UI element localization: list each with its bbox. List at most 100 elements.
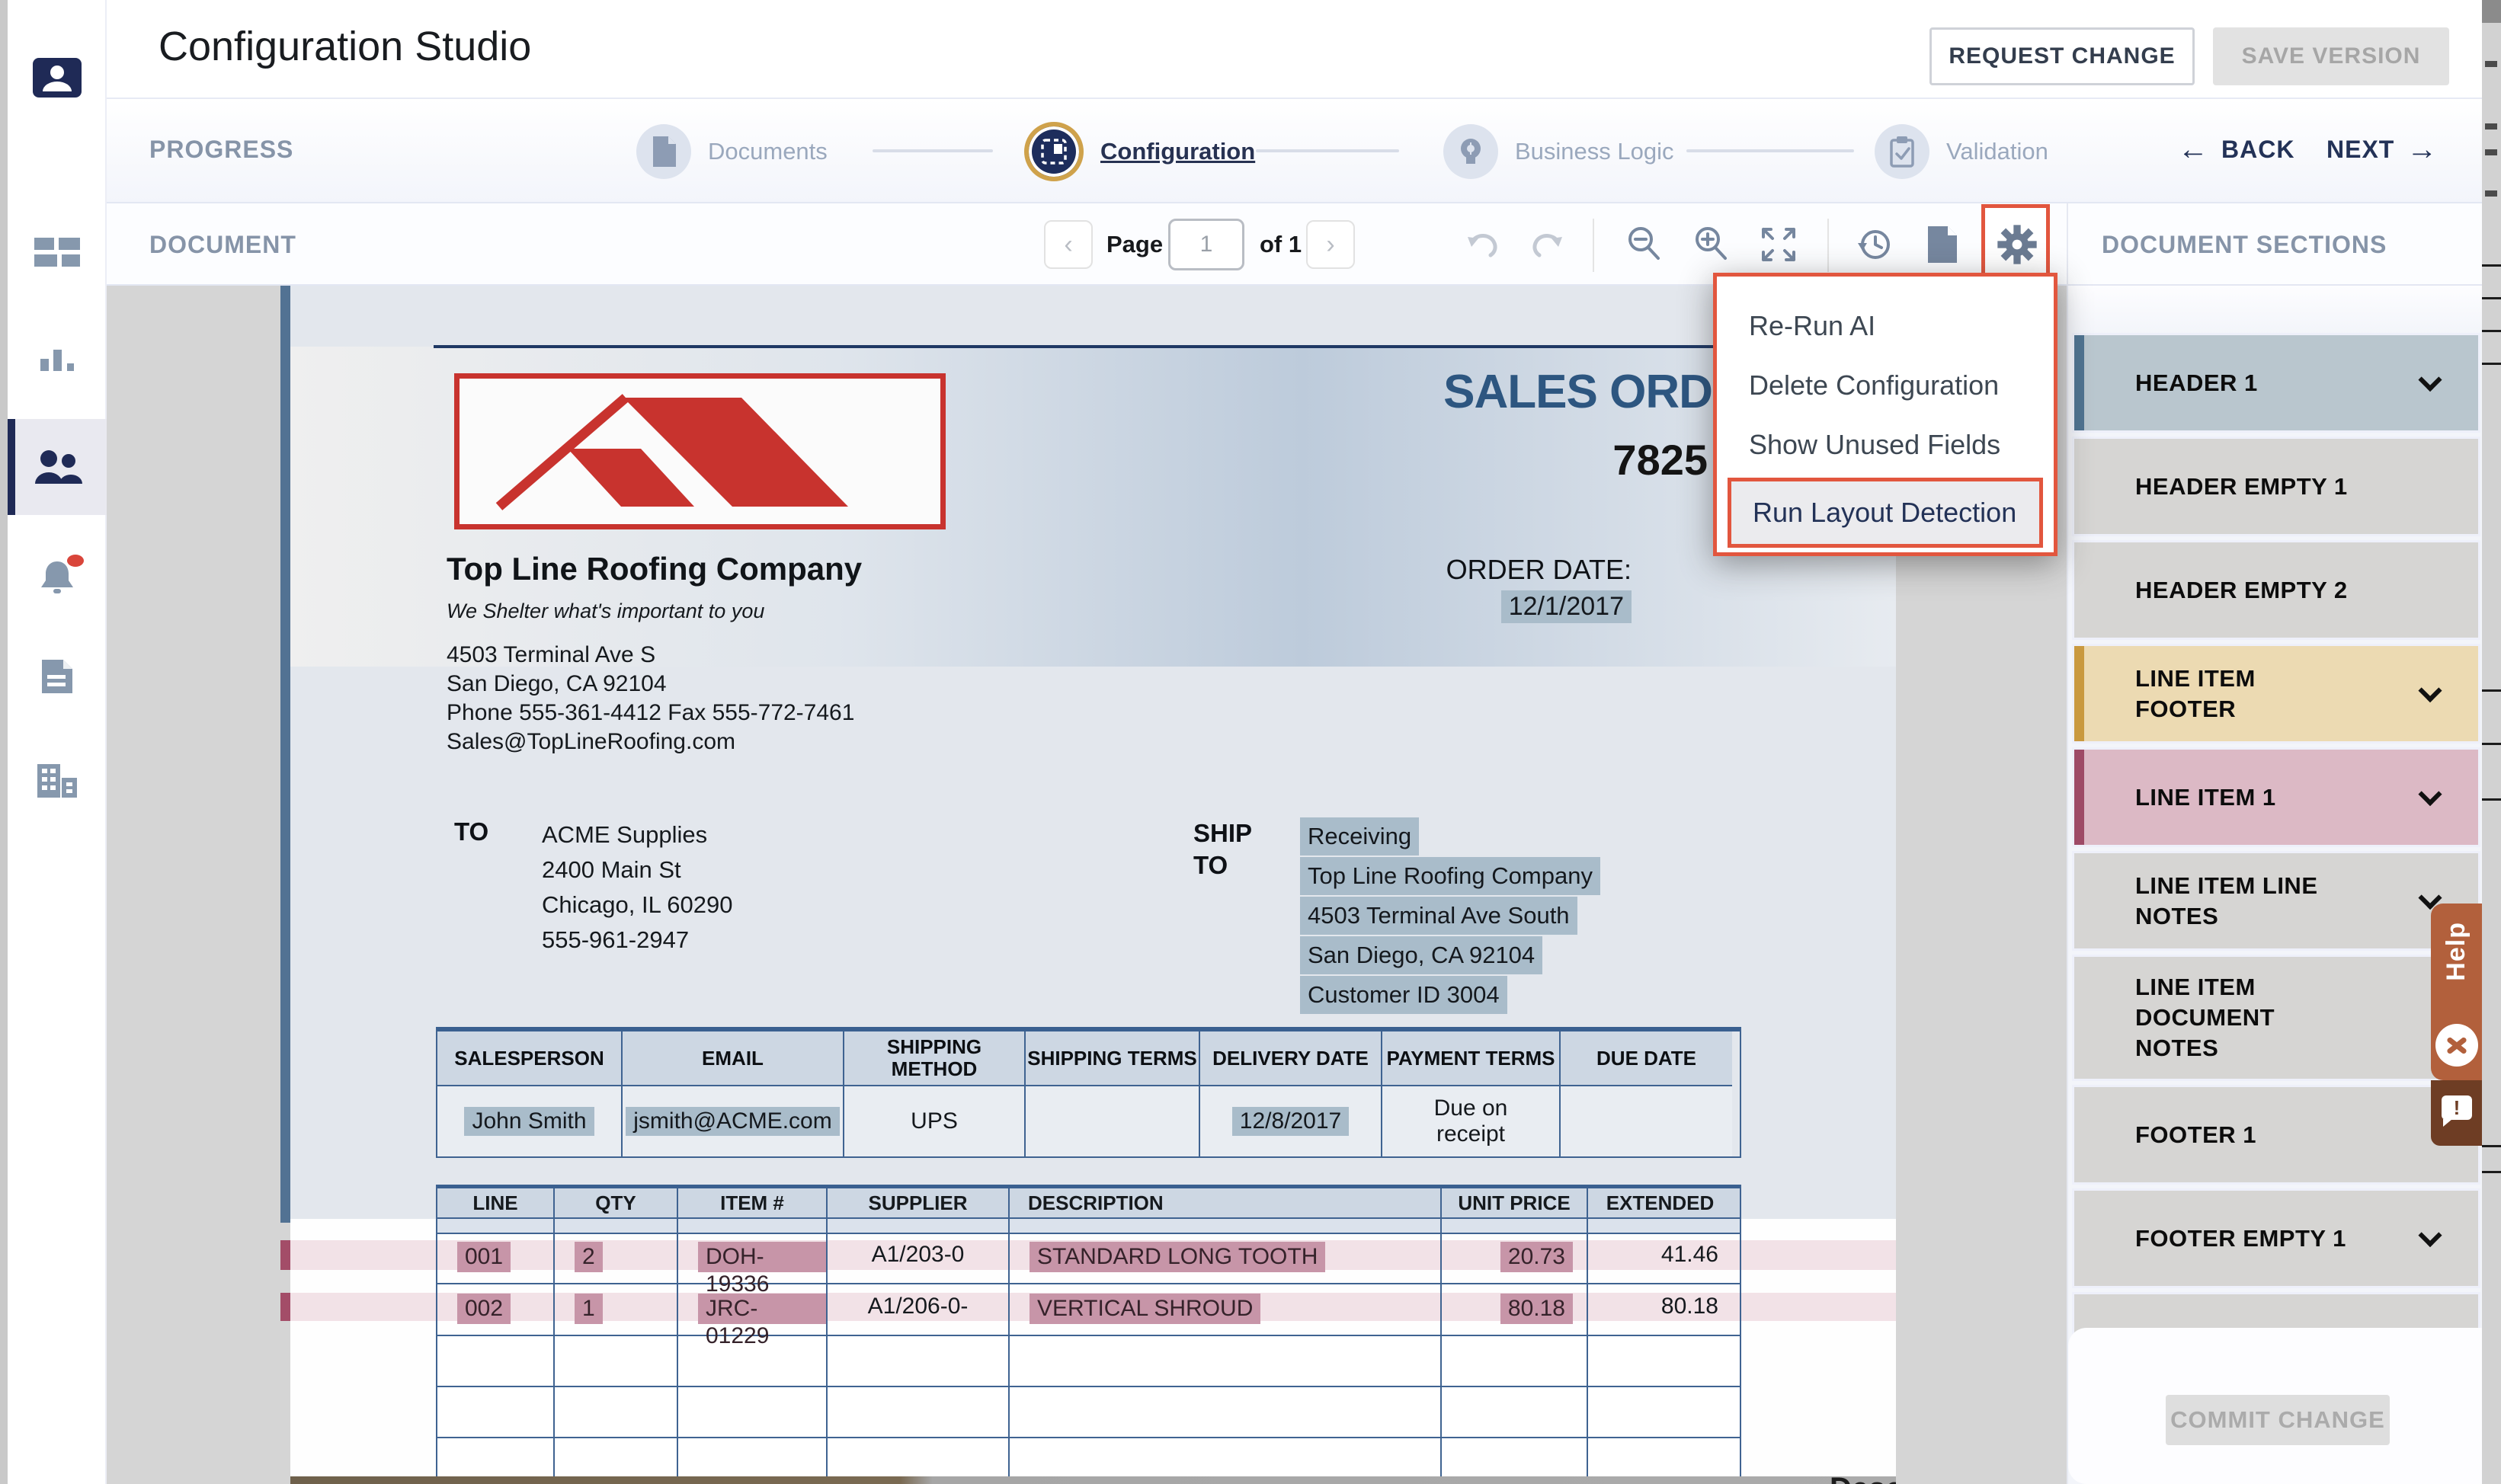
- section-accent: [2074, 335, 2084, 430]
- delivery-date-field[interactable]: 12/8/2017: [1232, 1107, 1349, 1136]
- ship-to-field[interactable]: Customer ID 3004: [1300, 976, 1507, 1014]
- step-documents[interactable]: Documents: [636, 99, 828, 203]
- column-header: DESCRIPTION: [1008, 1188, 1440, 1217]
- back-button[interactable]: ← BACK: [2178, 133, 2294, 167]
- chevron-down-icon[interactable]: [2418, 679, 2442, 702]
- people-icon: [30, 447, 84, 487]
- table-row-empty: [437, 1387, 1740, 1438]
- bill-to-block: ACME Supplies 2400 Main St Chicago, IL 6…: [542, 817, 732, 958]
- nav-organization[interactable]: [8, 744, 107, 817]
- page-number-input[interactable]: [1168, 219, 1244, 270]
- table-row: 002 1 JRC-01229 A1/206-0- VERTICAL SHROU…: [437, 1284, 1740, 1336]
- menu-item-show-unused-fields[interactable]: Show Unused Fields: [1717, 415, 2054, 475]
- company-tagline: We Shelter what's important to you: [447, 600, 764, 623]
- column-header: QTY: [553, 1188, 677, 1217]
- description-field[interactable]: STANDARD LONG TOOTH: [1030, 1242, 1325, 1272]
- section-item-header-empty-1[interactable]: HEADER EMPTY 1: [2074, 439, 2478, 534]
- section-item-header-empty-2[interactable]: HEADER EMPTY 2: [2074, 542, 2478, 638]
- shipping-method-value: UPS: [843, 1085, 1024, 1156]
- section-item-footer-empty-1[interactable]: FOOTER EMPTY 1: [2074, 1191, 2478, 1286]
- qty-field[interactable]: 2: [575, 1242, 603, 1272]
- section-item-line-item-1[interactable]: LINE ITEM 1: [2074, 750, 2478, 845]
- ship-to-field[interactable]: Receiving: [1300, 817, 1419, 856]
- section-item-line-item-line-notes[interactable]: LINE ITEM LINE NOTES: [2074, 853, 2478, 948]
- section-item-footer-1[interactable]: FOOTER 1: [2074, 1087, 2478, 1182]
- step-business-logic[interactable]: Business Logic: [1443, 99, 1674, 203]
- order-info-table: SALESPERSON EMAIL SHIPPING METHOD SHIPPI…: [436, 1027, 1741, 1158]
- nav-dashboard[interactable]: [8, 215, 107, 288]
- chevron-down-icon[interactable]: [2418, 368, 2442, 392]
- order-date-value[interactable]: 12/1/2017: [1501, 590, 1632, 623]
- nav-contact-badge[interactable]: [8, 41, 107, 114]
- step-connector: [873, 149, 993, 152]
- step-validation[interactable]: Validation: [1875, 99, 2048, 203]
- column-header: SHIPPING METHOD: [843, 1031, 1024, 1085]
- table-row: 001 2 DOH-19336 A1/203-0 STANDARD LONG T…: [437, 1234, 1740, 1284]
- building-icon: [34, 761, 80, 799]
- section-item-line-item-document-notes[interactable]: LINE ITEM DOCUMENT NOTES: [2074, 957, 2478, 1079]
- nav-users[interactable]: [8, 419, 107, 515]
- step-configuration[interactable]: Configuration: [1024, 99, 1255, 203]
- commit-change-button[interactable]: COMMIT CHANGE: [2166, 1395, 2390, 1445]
- nav-analytics[interactable]: [8, 322, 107, 395]
- description-field[interactable]: VERTICAL SHROUD: [1030, 1294, 1260, 1324]
- window-edge-strip: [0, 0, 8, 1484]
- fullscreen-button[interactable]: [1757, 223, 1800, 266]
- undo-button[interactable]: [1462, 223, 1504, 266]
- progress-bar: PROGRESS Documents Configuration: [107, 99, 2482, 203]
- line-field[interactable]: 001: [457, 1242, 511, 1272]
- help-close-icon[interactable]: [2435, 1024, 2478, 1067]
- menu-item-run-layout-detection[interactable]: Run Layout Detection: [1728, 478, 2043, 548]
- history-button[interactable]: [1853, 223, 1896, 266]
- section-item-line-item-footer[interactable]: LINE ITEM FOOTER: [2074, 646, 2478, 741]
- payment-terms-value: Due on receipt: [1381, 1085, 1559, 1156]
- gear-button[interactable]: [1996, 223, 2038, 266]
- bar-chart-icon: [36, 341, 78, 377]
- item-field[interactable]: JRC-01229: [698, 1294, 826, 1324]
- salesperson-field[interactable]: John Smith: [464, 1107, 594, 1136]
- nav-notifications[interactable]: [8, 541, 107, 614]
- item-field[interactable]: DOH-19336: [698, 1242, 826, 1272]
- ship-to-field[interactable]: Top Line Roofing Company: [1300, 857, 1600, 895]
- page-top-rule: [434, 345, 1784, 348]
- unit-price-field[interactable]: 20.73: [1500, 1242, 1573, 1272]
- table-row-empty: [437, 1336, 1740, 1387]
- menu-item-rerun-ai[interactable]: Re-Run AI: [1717, 296, 2054, 356]
- line-item-marker-2: [280, 1293, 290, 1321]
- section-item-header-1[interactable]: HEADER 1: [2074, 335, 2478, 430]
- sections-panel-top: [2068, 286, 2483, 334]
- next-arrow-icon: →: [2407, 133, 2438, 167]
- page-thumbnail-button[interactable]: [1922, 223, 1965, 266]
- step-label: Validation: [1946, 138, 2048, 165]
- redo-button[interactable]: [1526, 223, 1568, 266]
- column-header: PAYMENT TERMS: [1381, 1031, 1559, 1085]
- nav-documents[interactable]: [8, 640, 107, 713]
- save-version-button[interactable]: SAVE VERSION: [2213, 27, 2449, 85]
- next-button[interactable]: NEXT →: [2326, 133, 2438, 167]
- document-title: SALES ORDER: [1243, 365, 1776, 419]
- zoom-in-button[interactable]: [1690, 223, 1733, 266]
- request-change-button[interactable]: REQUEST CHANGE: [1929, 27, 2195, 85]
- chevron-down-icon[interactable]: [2418, 1223, 2442, 1247]
- commit-area: COMMIT CHANGE: [2068, 1328, 2483, 1484]
- prev-page-button[interactable]: ‹: [1044, 220, 1093, 269]
- ship-to-field[interactable]: San Diego, CA 92104: [1300, 936, 1542, 974]
- configuration-step-icon: [1024, 122, 1084, 181]
- email-field[interactable]: jsmith@ACME.com: [626, 1107, 839, 1136]
- left-nav-rail: [8, 0, 107, 1484]
- document-sections-panel: HEADER 1 HEADER EMPTY 1 HEADER EMPTY 2 L…: [2067, 286, 2482, 1484]
- zoom-out-button[interactable]: [1623, 223, 1666, 266]
- qty-field[interactable]: 1: [575, 1294, 603, 1324]
- chevron-down-icon[interactable]: [2418, 782, 2442, 806]
- business-logic-step-icon: [1443, 124, 1498, 179]
- ship-to-field[interactable]: 4503 Terminal Ave South: [1300, 897, 1577, 935]
- feedback-button[interactable]: !: [2431, 1080, 2482, 1146]
- gear-menu: Re-Run AI Delete Configuration Show Unus…: [1713, 273, 2057, 556]
- menu-item-delete-configuration[interactable]: Delete Configuration: [1717, 356, 2054, 415]
- toolbar-divider: [1827, 219, 1829, 272]
- help-tab[interactable]: Help: [2431, 904, 2482, 1080]
- line-field[interactable]: 002: [457, 1294, 511, 1324]
- next-page-button[interactable]: ›: [1306, 220, 1355, 269]
- unit-price-field[interactable]: 80.18: [1500, 1294, 1573, 1324]
- file-icon: [36, 657, 78, 696]
